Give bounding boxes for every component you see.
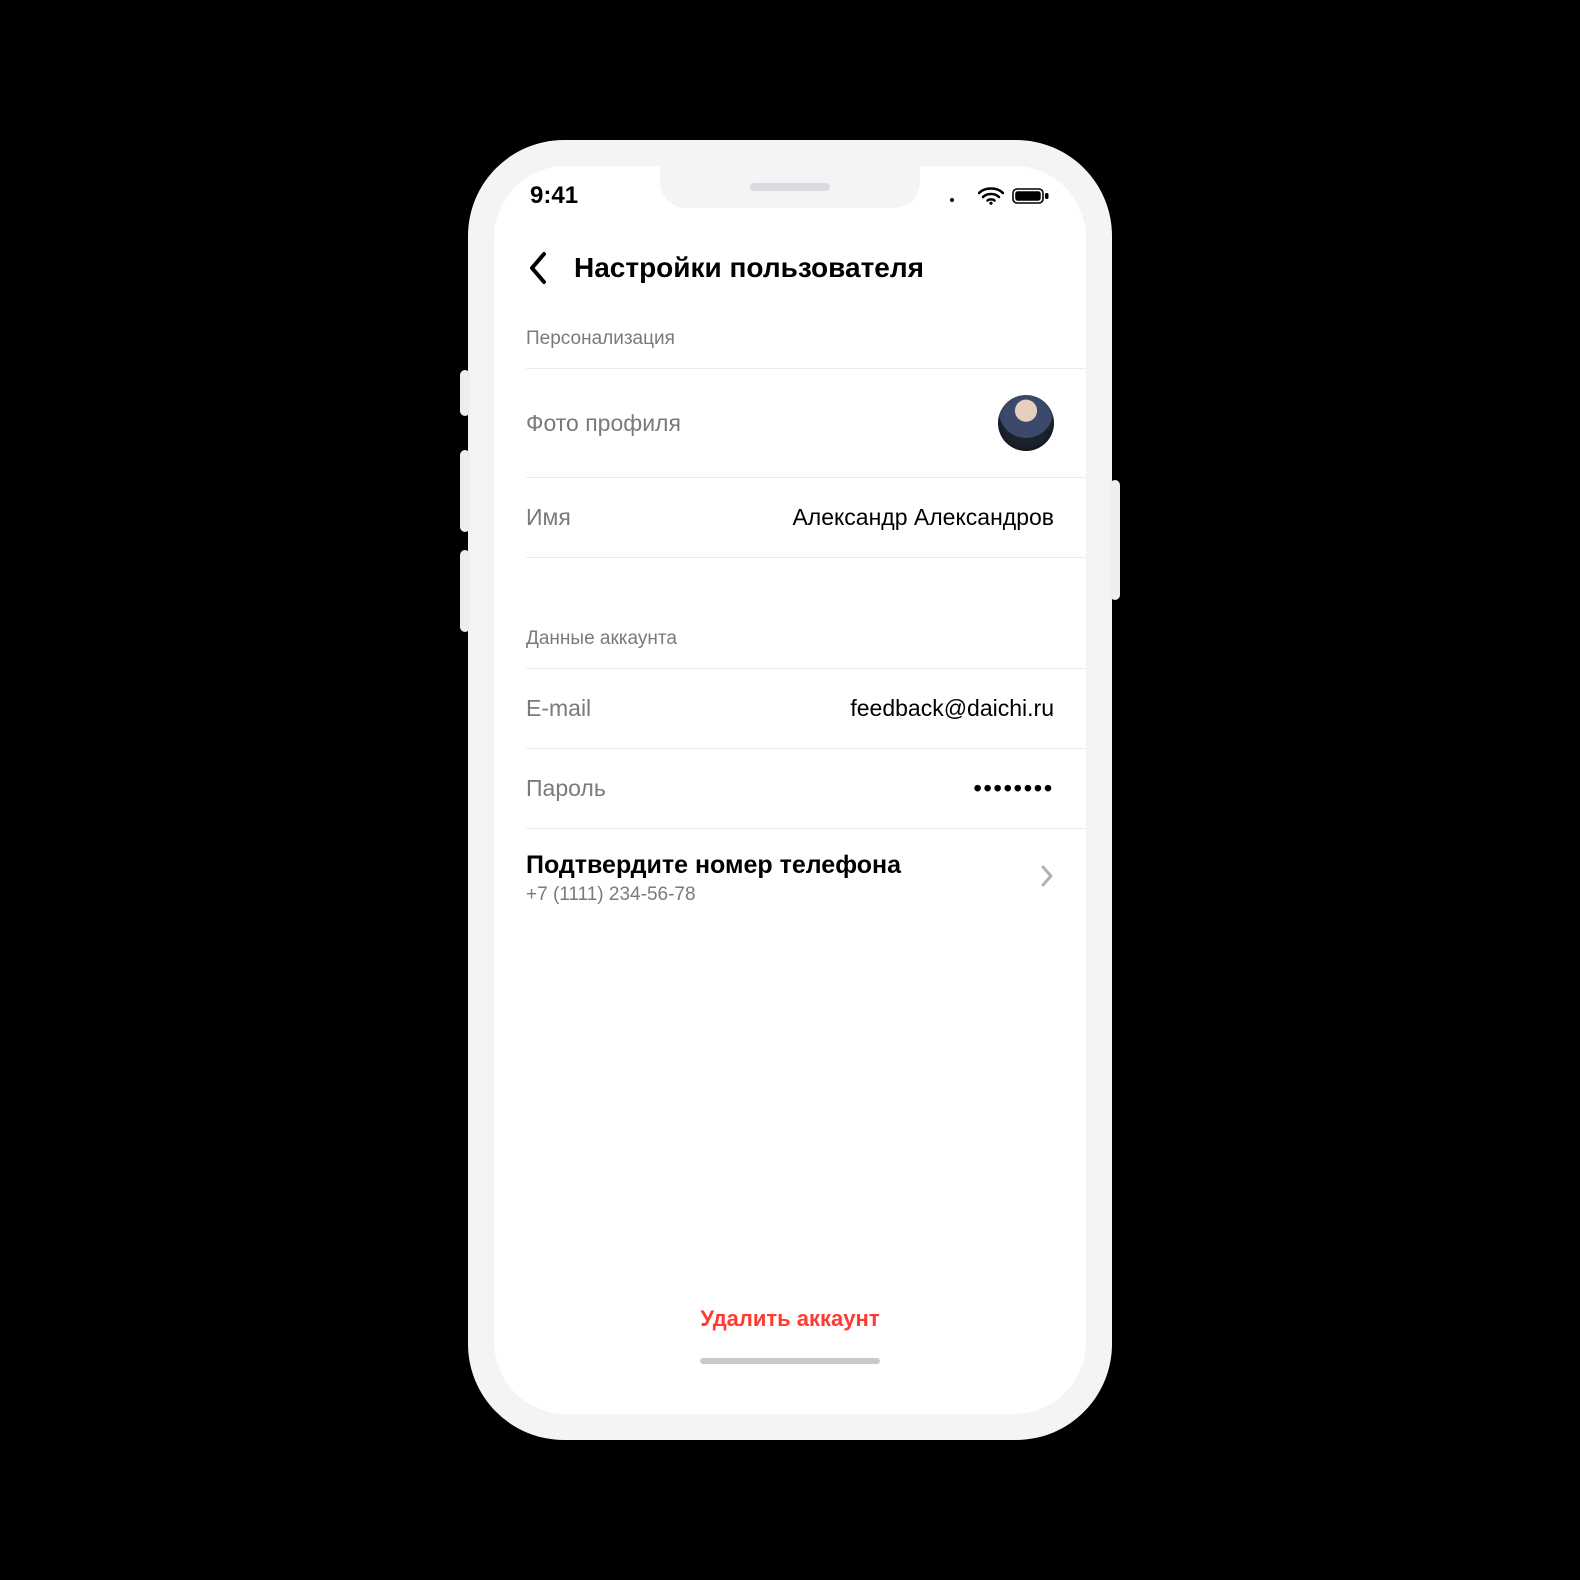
email-label: E-mail xyxy=(526,695,591,722)
status-time: 9:41 xyxy=(530,182,578,210)
screen: 9:41 xyxy=(494,166,1086,1414)
row-password[interactable]: Пароль •••••••• xyxy=(494,749,1086,828)
battery-icon xyxy=(1012,187,1050,205)
section-header-account: Данные аккаунта xyxy=(494,614,1086,668)
phone-frame: 9:41 xyxy=(468,140,1112,1440)
section-header-personalization: Персонализация xyxy=(494,314,1086,368)
row-email[interactable]: E-mail feedback@daichi.ru xyxy=(494,669,1086,748)
avatar xyxy=(998,395,1054,451)
volume-up-button xyxy=(460,450,470,532)
row-profile-photo[interactable]: Фото профиля xyxy=(494,369,1086,477)
profile-photo-label: Фото профиля xyxy=(526,410,681,437)
wifi-icon xyxy=(978,187,1004,205)
row-name[interactable]: Имя Александр Александров xyxy=(494,478,1086,557)
confirm-phone-title: Подтвердите номер телефона xyxy=(526,851,901,880)
name-label: Имя xyxy=(526,504,571,531)
back-button[interactable] xyxy=(518,248,558,288)
power-button xyxy=(1110,480,1120,600)
notch xyxy=(660,166,920,208)
delete-account-button[interactable]: Удалить аккаунт xyxy=(700,1306,879,1332)
mute-switch xyxy=(460,370,470,416)
password-label: Пароль xyxy=(526,775,606,802)
nav-header: Настройки пользователя xyxy=(494,226,1086,314)
confirm-phone-value: +7 (1111) 234-56-78 xyxy=(526,884,901,906)
volume-down-button xyxy=(460,550,470,632)
name-value: Александр Александров xyxy=(792,504,1054,531)
email-value: feedback@daichi.ru xyxy=(850,695,1054,722)
chevron-right-icon xyxy=(1040,864,1054,893)
speaker-grille xyxy=(750,183,830,191)
password-mask: •••••••• xyxy=(974,775,1054,802)
content: Персонализация Фото профиля Имя Александ… xyxy=(494,314,1086,1280)
spacer xyxy=(494,558,1086,614)
chevron-left-icon xyxy=(528,251,548,285)
cellular-icon xyxy=(948,189,970,203)
home-indicator xyxy=(700,1358,880,1364)
row-confirm-phone[interactable]: Подтвердите номер телефона +7 (1111) 234… xyxy=(494,829,1086,932)
page-title: Настройки пользователя xyxy=(574,252,924,284)
footer: Удалить аккаунт xyxy=(494,1280,1086,1414)
